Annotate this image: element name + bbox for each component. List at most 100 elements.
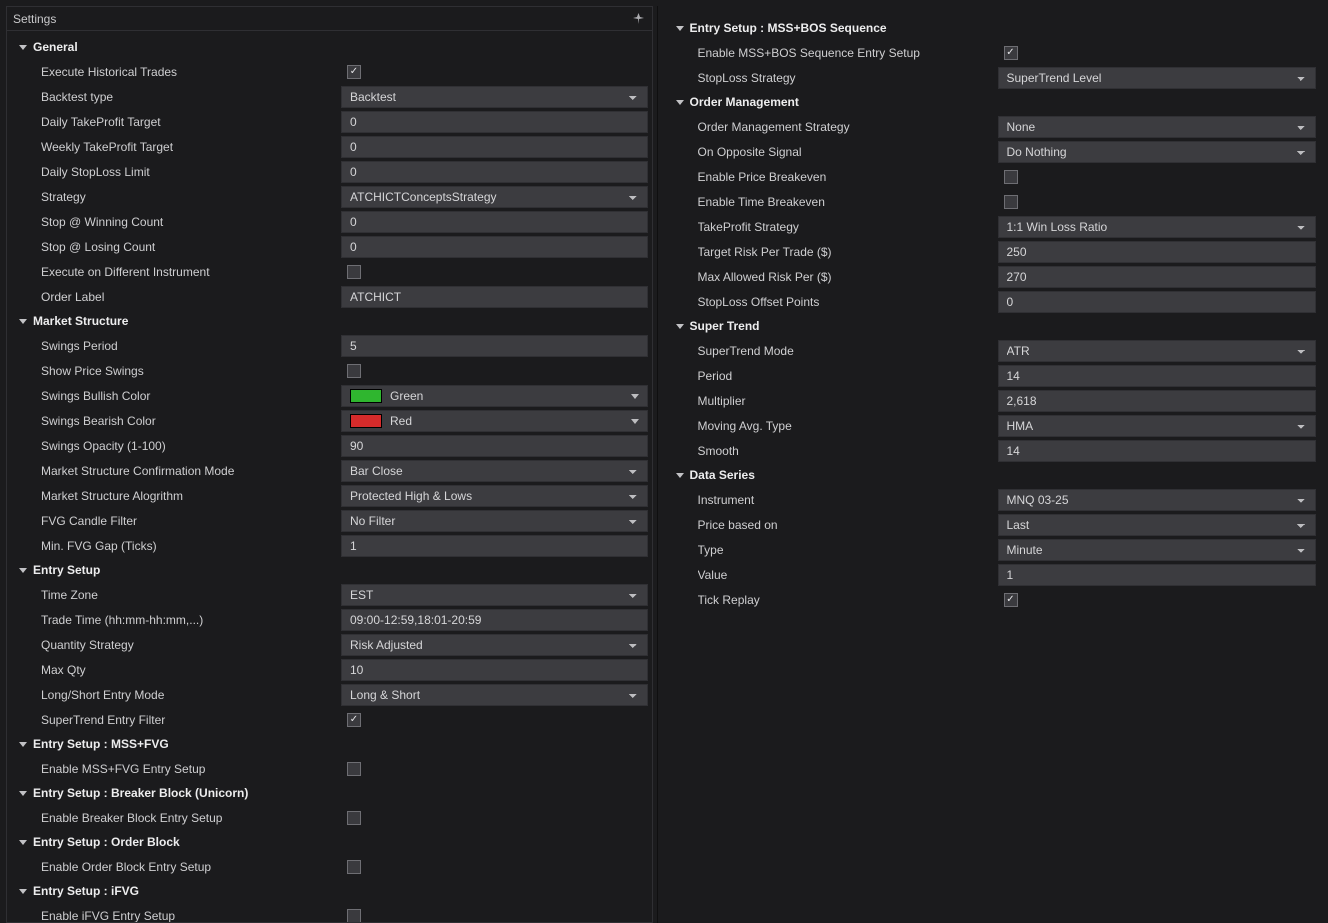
label-max-risk: Max Allowed Risk Per ($): [698, 270, 998, 284]
section-breaker-block: Entry Setup : Breaker Block (Unicorn) En…: [7, 781, 652, 830]
select-time-zone[interactable]: EST: [341, 584, 648, 606]
label-ms-algorithm: Market Structure Alogrithm: [41, 489, 341, 503]
chevron-down-icon: [19, 319, 27, 324]
label-supertrend-filter: SuperTrend Entry Filter: [41, 713, 341, 727]
select-om-strategy[interactable]: None: [998, 116, 1317, 138]
input-weekly-tp[interactable]: [341, 136, 648, 158]
section-general: General Execute Historical Trades Backte…: [7, 35, 652, 309]
section-data-series: Data Series InstrumentMNQ 03-25 Price ba…: [664, 463, 1321, 612]
input-max-risk[interactable]: [998, 266, 1317, 288]
label-on-opposite: On Opposite Signal: [698, 145, 998, 159]
input-trade-time[interactable]: [341, 609, 648, 631]
section-header-mss-bos[interactable]: Entry Setup : MSS+BOS Sequence: [664, 16, 1321, 40]
checkbox-enable-breaker-block[interactable]: [347, 811, 361, 825]
label-ds-price-based: Price based on: [698, 518, 998, 532]
section-header-entry-setup[interactable]: Entry Setup: [7, 558, 652, 582]
label-ds-tick-replay: Tick Replay: [698, 593, 998, 607]
input-daily-sl[interactable]: [341, 161, 648, 183]
select-takeprofit-strategy[interactable]: 1:1 Win Loss Ratio: [998, 216, 1317, 238]
select-ms-algorithm[interactable]: Protected High & Lows: [341, 485, 648, 507]
label-fvg-filter: FVG Candle Filter: [41, 514, 341, 528]
chevron-down-icon: [676, 324, 684, 329]
label-st-smooth: Smooth: [698, 444, 998, 458]
label-enable-ifvg: Enable iFVG Entry Setup: [41, 909, 341, 923]
select-on-opposite[interactable]: Do Nothing: [998, 141, 1317, 163]
color-swatch-red: [350, 414, 382, 428]
checkbox-supertrend-filter[interactable]: [347, 713, 361, 727]
checkbox-enable-ifvg[interactable]: [347, 909, 361, 923]
input-stop-win[interactable]: [341, 211, 648, 233]
label-daily-sl: Daily StopLoss Limit: [41, 165, 341, 179]
select-backtest-type[interactable]: Backtest: [341, 86, 648, 108]
label-swings-bear-color: Swings Bearish Color: [41, 414, 341, 428]
chevron-down-icon: [19, 568, 27, 573]
label-order-label: Order Label: [41, 290, 341, 304]
section-header-order-block[interactable]: Entry Setup : Order Block: [7, 830, 652, 854]
checkbox-price-breakeven[interactable]: [1004, 170, 1018, 184]
chevron-down-icon: [676, 100, 684, 105]
section-header-general[interactable]: General: [7, 35, 652, 59]
checkbox-ds-tick-replay[interactable]: [1004, 593, 1018, 607]
section-order-block: Entry Setup : Order Block Enable Order B…: [7, 830, 652, 879]
select-swings-bear-color[interactable]: Red: [341, 410, 648, 432]
label-ds-type: Type: [698, 543, 998, 557]
checkbox-execute-historical[interactable]: [347, 65, 361, 79]
input-ds-value[interactable]: [998, 564, 1317, 586]
input-stoploss-offset[interactable]: [998, 291, 1317, 313]
select-confirmation-mode[interactable]: Bar Close: [341, 460, 648, 482]
section-header-mss-fvg[interactable]: Entry Setup : MSS+FVG: [7, 732, 652, 756]
select-fvg-filter[interactable]: No Filter: [341, 510, 648, 532]
input-st-period[interactable]: [998, 365, 1317, 387]
select-stoploss-strategy[interactable]: SuperTrend Level: [998, 67, 1317, 89]
panel-header: Settings: [7, 7, 652, 31]
checkbox-enable-mss-fvg[interactable]: [347, 762, 361, 776]
section-header-data-series[interactable]: Data Series: [664, 463, 1321, 487]
label-price-breakeven: Enable Price Breakeven: [698, 170, 998, 184]
chevron-down-icon: [19, 791, 27, 796]
input-min-fvg-gap[interactable]: [341, 535, 648, 557]
label-st-matype: Moving Avg. Type: [698, 419, 998, 433]
select-qty-strategy[interactable]: Risk Adjusted: [341, 634, 648, 656]
select-ds-price-based[interactable]: Last: [998, 514, 1317, 536]
input-target-risk[interactable]: [998, 241, 1317, 263]
checkbox-enable-mss-bos[interactable]: [1004, 46, 1018, 60]
select-st-mode[interactable]: ATR: [998, 340, 1317, 362]
label-exec-diff-instr: Execute on Different Instrument: [41, 265, 341, 279]
input-max-qty[interactable]: [341, 659, 648, 681]
select-ds-type[interactable]: Minute: [998, 539, 1317, 561]
label-enable-mss-bos: Enable MSS+BOS Sequence Entry Setup: [698, 46, 998, 60]
input-st-multiplier[interactable]: [998, 390, 1317, 412]
select-swings-bull-color[interactable]: Green: [341, 385, 648, 407]
select-long-short-mode[interactable]: Long & Short: [341, 684, 648, 706]
section-market-structure: Market Structure Swings Period Show Pric…: [7, 309, 652, 558]
label-ds-instrument: Instrument: [698, 493, 998, 507]
input-swings-period[interactable]: [341, 335, 648, 357]
section-header-super-trend[interactable]: Super Trend: [664, 314, 1321, 338]
input-stop-lose[interactable]: [341, 236, 648, 258]
label-weekly-tp: Weekly TakeProfit Target: [41, 140, 341, 154]
input-st-smooth[interactable]: [998, 440, 1317, 462]
label-stoploss-strategy: StopLoss Strategy: [698, 71, 998, 85]
select-st-matype[interactable]: HMA: [998, 415, 1317, 437]
input-swings-opacity[interactable]: [341, 435, 648, 457]
label-execute-historical: Execute Historical Trades: [41, 65, 341, 79]
section-header-order-mgmt[interactable]: Order Management: [664, 90, 1321, 114]
section-header-market-structure[interactable]: Market Structure: [7, 309, 652, 333]
pin-icon[interactable]: [632, 12, 646, 26]
input-order-label[interactable]: [341, 286, 648, 308]
checkbox-enable-order-block[interactable]: [347, 860, 361, 874]
select-strategy[interactable]: ATCHICTConceptsStrategy: [341, 186, 648, 208]
chevron-down-icon: [19, 45, 27, 50]
label-stop-win: Stop @ Winning Count: [41, 215, 341, 229]
chevron-down-icon: [19, 742, 27, 747]
section-order-mgmt: Order Management Order Management Strate…: [664, 90, 1321, 314]
checkbox-exec-diff-instr[interactable]: [347, 265, 361, 279]
checkbox-time-breakeven[interactable]: [1004, 195, 1018, 209]
select-ds-instrument[interactable]: MNQ 03-25: [998, 489, 1317, 511]
label-takeprofit-strategy: TakeProfit Strategy: [698, 220, 998, 234]
checkbox-show-price-swings[interactable]: [347, 364, 361, 378]
section-header-ifvg[interactable]: Entry Setup : iFVG: [7, 879, 652, 903]
section-header-breaker-block[interactable]: Entry Setup : Breaker Block (Unicorn): [7, 781, 652, 805]
label-strategy: Strategy: [41, 190, 341, 204]
input-daily-tp[interactable]: [341, 111, 648, 133]
